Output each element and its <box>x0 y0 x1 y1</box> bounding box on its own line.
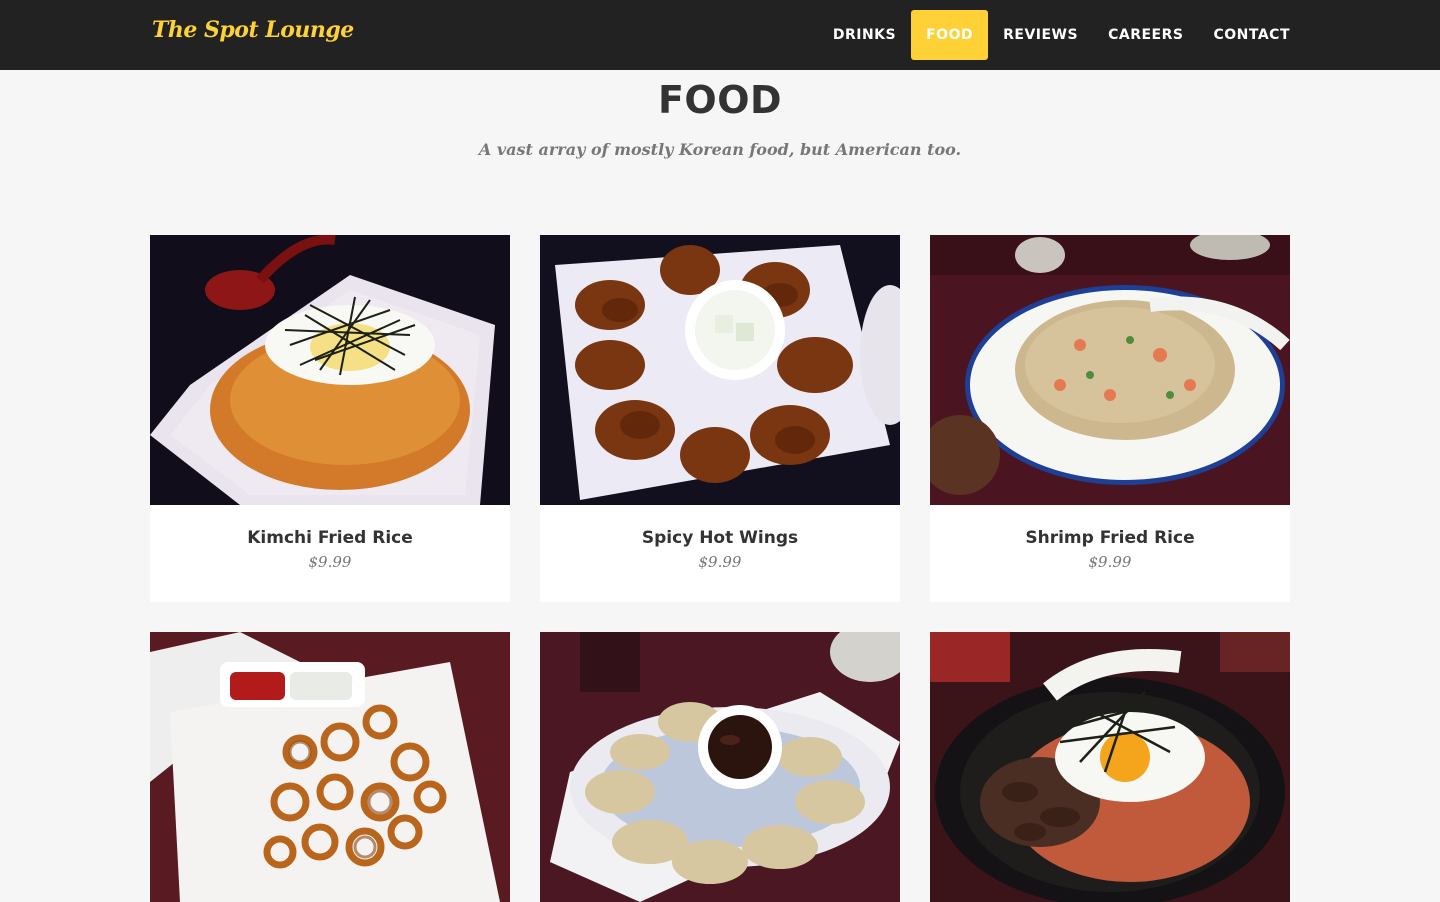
nav-careers[interactable]: CAREERS <box>1093 10 1198 60</box>
dumplings-photo[interactable] <box>540 632 900 902</box>
menu-item-card[interactable] <box>930 632 1290 902</box>
nav-contact[interactable]: CONTACT <box>1198 10 1305 60</box>
hot-wings-photo[interactable] <box>540 235 900 505</box>
curly-fries-photo[interactable] <box>150 632 510 902</box>
menu-item-card[interactable] <box>150 632 510 902</box>
menu-item-card[interactable]: Kimchi Fried Rice $9.99 <box>150 235 510 602</box>
menu-item-name: Kimchi Fried Rice <box>247 528 413 548</box>
top-navbar: The Spot Lounge DRINKS FOOD REVIEWS CARE… <box>0 0 1440 70</box>
nav-drinks[interactable]: DRINKS <box>818 10 911 60</box>
nav-reviews[interactable]: REVIEWS <box>988 10 1093 60</box>
menu-item-price: $9.99 <box>698 553 742 571</box>
menu-item-card[interactable] <box>540 632 900 902</box>
menu-item-price: $9.99 <box>308 553 352 571</box>
menu-item-card[interactable]: Shrimp Fried Rice $9.99 <box>930 235 1290 602</box>
card-caption: Kimchi Fried Rice $9.99 <box>150 505 510 602</box>
bibimbap-photo[interactable] <box>930 632 1290 902</box>
menu-item-price: $9.99 <box>1088 553 1132 571</box>
menu-grid: Kimchi Fried Rice $9.99 Spicy Hot Wings … <box>150 235 1290 902</box>
menu-item-name: Spicy Hot Wings <box>641 528 799 548</box>
main-nav: DRINKS FOOD REVIEWS CAREERS CONTACT <box>818 10 1305 60</box>
shrimp-fried-rice-photo[interactable] <box>930 235 1290 505</box>
card-caption: Spicy Hot Wings $9.99 <box>540 505 900 602</box>
brand-logo[interactable]: The Spot Lounge <box>152 17 354 43</box>
kimchi-fried-rice-photo[interactable] <box>150 235 510 505</box>
page-title: FOOD <box>657 78 783 122</box>
nav-food[interactable]: FOOD <box>911 10 989 60</box>
page-subtitle: A vast array of mostly Korean food, but … <box>478 140 962 159</box>
menu-item-card[interactable]: Spicy Hot Wings $9.99 <box>540 235 900 602</box>
card-caption: Shrimp Fried Rice $9.99 <box>930 505 1290 602</box>
menu-item-name: Shrimp Fried Rice <box>1025 528 1195 548</box>
